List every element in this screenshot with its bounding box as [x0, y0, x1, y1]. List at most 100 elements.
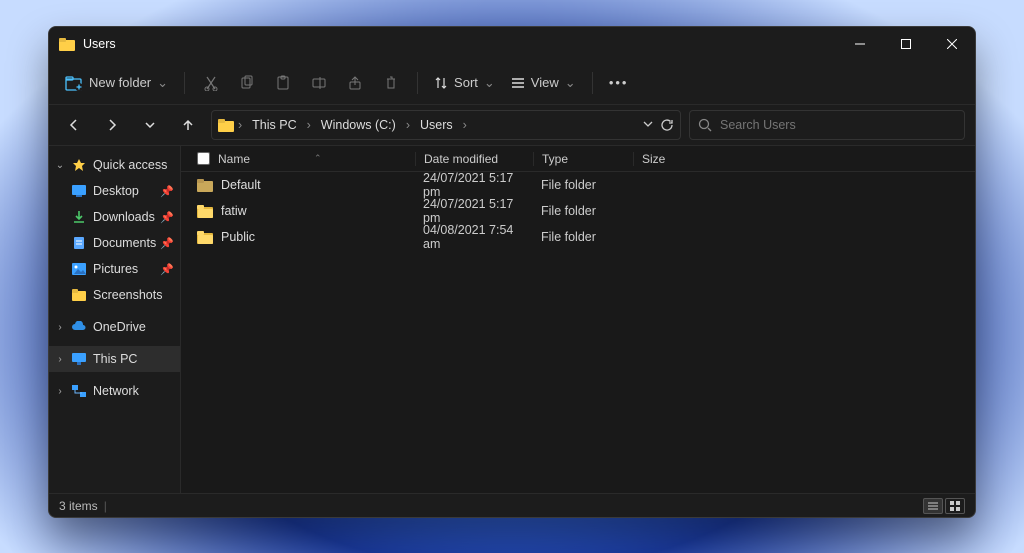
thumbnails-view-button[interactable]: [945, 498, 965, 514]
breadcrumb-bar[interactable]: › This PC › Windows (C:) › Users ›: [211, 110, 681, 140]
breadcrumb-item[interactable]: Windows (C:): [315, 115, 402, 135]
chevron-right-icon: ›: [236, 118, 244, 132]
sidebar-onedrive[interactable]: › OneDrive: [49, 314, 180, 340]
column-headers: Name ⌃ Date modified Type Size: [181, 146, 975, 172]
file-date: 04/08/2021 7:54 am: [415, 223, 533, 251]
column-label: Date modified: [424, 152, 498, 166]
sidebar-item-label: Downloads: [93, 210, 155, 224]
file-row[interactable]: Public 04/08/2021 7:54 am File folder: [181, 224, 975, 250]
sidebar-quick-access[interactable]: ⌄ Quick access: [49, 152, 180, 178]
minimize-button[interactable]: [837, 27, 883, 61]
back-button[interactable]: [59, 110, 89, 140]
sort-button[interactable]: Sort ⌄: [428, 67, 501, 99]
sort-label: Sort: [454, 75, 478, 90]
sidebar-item-label: Network: [93, 384, 139, 398]
title-bar: Users: [49, 27, 975, 61]
rename-button[interactable]: [303, 67, 335, 99]
search-box[interactable]: [689, 110, 965, 140]
column-header-type[interactable]: Type: [533, 152, 633, 166]
close-button[interactable]: [929, 27, 975, 61]
sidebar-item-downloads[interactable]: Downloads 📌: [69, 204, 180, 230]
sidebar-item-desktop[interactable]: Desktop 📌: [69, 178, 180, 204]
view-label: View: [531, 75, 559, 90]
file-row[interactable]: Default 24/07/2021 5:17 pm File folder: [181, 172, 975, 198]
view-icon: [511, 76, 525, 90]
column-header-size[interactable]: Size: [633, 152, 695, 166]
network-icon: [71, 385, 87, 397]
command-bar: New folder ⌄ Sort ⌄ View ⌄ •••: [49, 61, 975, 105]
column-label: Type: [542, 152, 568, 166]
recent-button[interactable]: [135, 110, 165, 140]
share-button[interactable]: [339, 67, 371, 99]
sidebar-item-screenshots[interactable]: Screenshots: [69, 282, 180, 308]
folder-icon: [218, 118, 234, 132]
sort-indicator-icon: ⌃: [314, 153, 322, 164]
sidebar-this-pc[interactable]: › This PC: [49, 346, 180, 372]
paste-button[interactable]: [267, 67, 299, 99]
file-explorer-window: Users New folder ⌄ Sort ⌄ V: [48, 26, 976, 518]
downloads-icon: [71, 210, 87, 224]
window-title: Users: [83, 37, 837, 51]
monitor-icon: [71, 353, 87, 365]
sidebar-item-pictures[interactable]: Pictures 📌: [69, 256, 180, 282]
chevron-down-icon: ⌄: [55, 160, 65, 171]
toolbar-divider: [417, 72, 418, 94]
address-bar-row: › This PC › Windows (C:) › Users ›: [49, 105, 975, 145]
star-icon: [71, 158, 87, 172]
navigation-pane: ⌄ Quick access Desktop 📌 Downloads 📌: [49, 146, 181, 493]
history-dropdown-icon[interactable]: [642, 118, 654, 132]
file-type: File folder: [533, 178, 633, 192]
breadcrumb-item[interactable]: Users: [414, 115, 459, 135]
window-folder-icon: [59, 37, 75, 51]
chevron-down-icon: ⌄: [157, 75, 168, 91]
status-divider: |: [104, 499, 107, 513]
toolbar-divider: [592, 72, 593, 94]
chevron-right-icon: ›: [461, 118, 469, 132]
more-button[interactable]: •••: [603, 67, 635, 99]
forward-button[interactable]: [97, 110, 127, 140]
up-button[interactable]: [173, 110, 203, 140]
file-date: 24/07/2021 5:17 pm: [415, 171, 533, 199]
pin-icon: 📌: [160, 263, 174, 276]
quick-access-children: Desktop 📌 Downloads 📌 Documents 📌: [49, 178, 180, 308]
select-all-checkbox[interactable]: [197, 152, 210, 165]
maximize-button[interactable]: [883, 27, 929, 61]
file-name: Public: [221, 230, 255, 244]
copy-button[interactable]: [231, 67, 263, 99]
cut-button[interactable]: [195, 67, 227, 99]
pin-icon: 📌: [160, 185, 174, 198]
new-folder-button[interactable]: New folder ⌄: [59, 67, 174, 99]
status-bar: 3 items |: [49, 493, 975, 517]
file-rows: Default 24/07/2021 5:17 pm File folder f…: [181, 172, 975, 493]
window-controls: [837, 27, 975, 61]
column-header-name[interactable]: Name ⌃: [197, 152, 415, 166]
column-header-date[interactable]: Date modified: [415, 152, 533, 166]
file-list-pane: Name ⌃ Date modified Type Size Default 2…: [181, 146, 975, 493]
pin-icon: 📌: [160, 211, 174, 224]
pin-icon: 📌: [160, 237, 174, 250]
sidebar-item-label: Documents: [93, 236, 156, 250]
search-input[interactable]: [720, 118, 956, 132]
file-name: Default: [221, 178, 261, 192]
refresh-button[interactable]: [660, 118, 674, 132]
folder-icon: [71, 289, 87, 301]
breadcrumb-item[interactable]: This PC: [246, 115, 302, 135]
chevron-right-icon: ›: [404, 118, 412, 132]
folder-icon: [197, 205, 213, 218]
sidebar-item-documents[interactable]: Documents 📌: [69, 230, 180, 256]
view-button[interactable]: View ⌄: [505, 67, 582, 99]
new-folder-icon: [65, 75, 83, 91]
delete-button[interactable]: [375, 67, 407, 99]
sort-icon: [434, 76, 448, 90]
details-view-button[interactable]: [923, 498, 943, 514]
sidebar-item-label: Pictures: [93, 262, 138, 276]
documents-icon: [71, 236, 87, 250]
file-date: 24/07/2021 5:17 pm: [415, 197, 533, 225]
file-name: fatiw: [221, 204, 247, 218]
sidebar-network[interactable]: › Network: [49, 378, 180, 404]
folder-icon: [197, 231, 213, 244]
file-row[interactable]: fatiw 24/07/2021 5:17 pm File folder: [181, 198, 975, 224]
column-label: Name: [218, 152, 250, 166]
chevron-down-icon: ⌄: [565, 75, 576, 91]
file-type: File folder: [533, 204, 633, 218]
